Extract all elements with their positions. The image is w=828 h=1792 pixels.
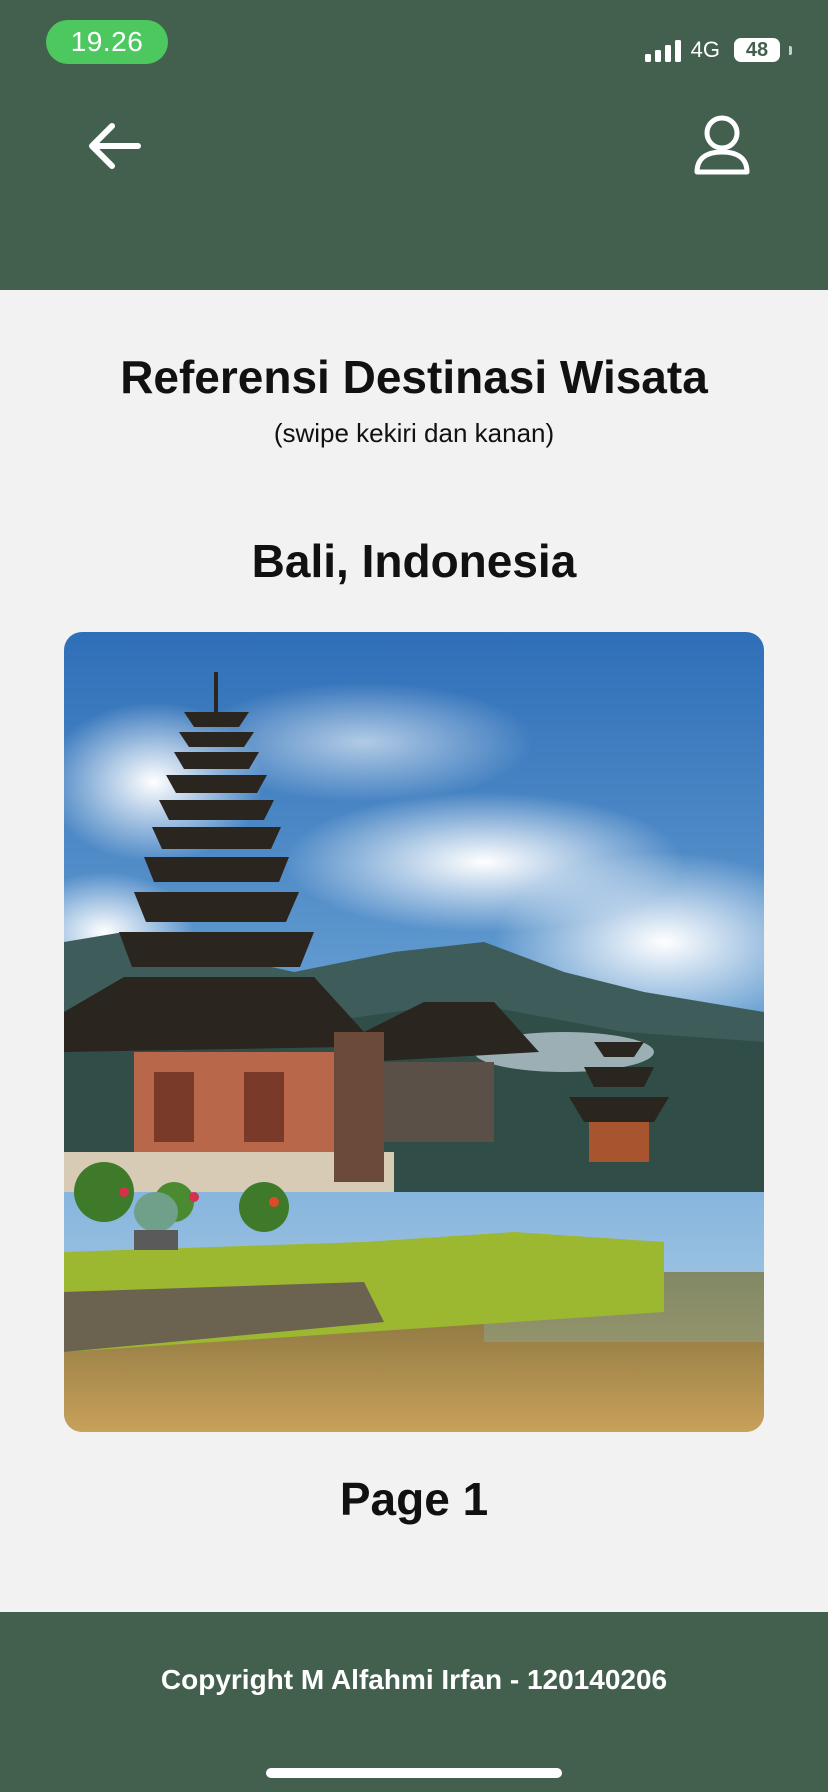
profile-button[interactable] — [690, 112, 754, 180]
battery-cap — [789, 45, 792, 55]
status-icons: 4G 48 — [644, 30, 792, 70]
battery-icon: 48 — [734, 38, 780, 62]
header-bar: 19.26 4G 48 — [0, 0, 828, 290]
temple-landscape-image — [64, 632, 764, 1432]
back-button[interactable] — [84, 116, 144, 176]
footer-bar: Copyright M Alfahmi Irfan - 120140206 — [0, 1612, 828, 1792]
user-profile-icon — [694, 115, 750, 175]
page-subtitle: (swipe kekiri dan kanan) — [273, 418, 555, 448]
app-screen: 19.26 4G 48 Referensi Destinasi Wisata (… — [0, 0, 828, 1792]
destination-photo-carousel[interactable] — [64, 632, 764, 1432]
destination-name: Bali, Indonesia — [251, 535, 577, 587]
status-time: 19.26 — [46, 20, 168, 64]
home-indicator[interactable] — [266, 1768, 562, 1778]
footer-copyright: Copyright M Alfahmi Irfan - 120140206 — [160, 1664, 668, 1695]
arrow-left-icon — [89, 123, 141, 169]
cellular-signal-icon — [644, 38, 681, 62]
page-indicator: Page 1 — [339, 1473, 489, 1525]
page-title: Referensi Destinasi Wisata — [120, 351, 708, 403]
network-type: 4G — [690, 37, 720, 62]
